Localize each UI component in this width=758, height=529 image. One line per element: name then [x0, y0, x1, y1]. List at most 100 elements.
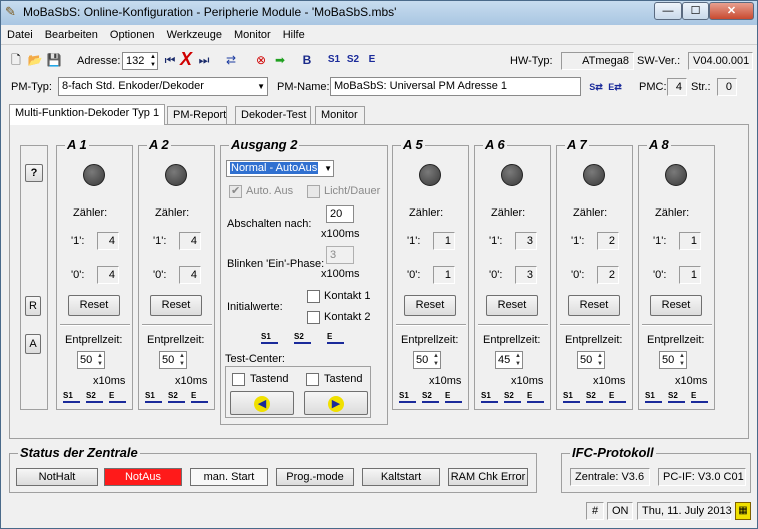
test-left-button[interactable]: ◀ — [230, 391, 294, 415]
e-icon[interactable]: E — [363, 51, 381, 69]
s2-load-icon[interactable]: S2 — [668, 392, 685, 407]
delete-icon[interactable]: X — [177, 50, 195, 68]
reset-button[interactable]: Reset — [486, 295, 538, 316]
reset-button[interactable]: Reset — [150, 295, 202, 316]
count-one-label: '1': — [153, 235, 167, 247]
auto-aus-checkbox[interactable]: ✔ — [229, 185, 242, 198]
store-icon[interactable]: E⇄ — [606, 78, 624, 96]
s1-load-icon[interactable]: S1 — [261, 333, 278, 348]
count-zero-value: 3 — [515, 266, 537, 284]
e-load-icon[interactable]: E — [527, 392, 544, 407]
e-load-icon[interactable]: E — [191, 392, 208, 407]
pmtyp-select[interactable]: 8-fach Std. Enkoder/Dekoder ▼ — [58, 77, 268, 96]
e-load-icon[interactable]: E — [445, 392, 462, 407]
minimize-button[interactable]: — — [654, 2, 682, 20]
ifc-pcif: PC-IF: V3.0 C01 — [658, 468, 746, 486]
maximize-button[interactable]: ☐ — [682, 2, 709, 20]
tab-multi-funktion[interactable]: Multi-Funktion-Dekoder Typ 1 — [9, 104, 165, 125]
s1-load-icon[interactable]: S1 — [481, 392, 498, 407]
kontakt2-checkbox[interactable] — [307, 311, 320, 324]
reset-button[interactable]: Reset — [404, 295, 456, 316]
transfer-icon[interactable]: ⇄ — [222, 51, 240, 69]
tab-pm-report[interactable]: PM-Report — [167, 106, 227, 124]
bus-icon[interactable]: B — [298, 51, 316, 69]
s1-load-icon[interactable]: S1 — [399, 392, 416, 407]
entprell-spinner[interactable]: 50 ▲ ▼ — [77, 351, 105, 369]
e-load-icon[interactable]: E — [609, 392, 626, 407]
ausgang2-mode-select[interactable]: Normal - AutoAus ▼ — [226, 160, 334, 177]
entprell-spinner[interactable]: 50 ▲ ▼ — [159, 351, 187, 369]
menu-hilfe[interactable]: Hilfe — [277, 26, 311, 41]
abschalten-input[interactable]: 20 — [326, 205, 354, 223]
grid-icon[interactable]: ▦ — [735, 502, 751, 520]
divider — [642, 324, 712, 326]
s1-load-icon[interactable]: S1 — [645, 392, 662, 407]
nothalt-button[interactable]: NotHalt — [16, 468, 98, 486]
adresse-spinner[interactable]: 132 ▲ ▼ — [122, 52, 158, 70]
e-load-icon[interactable]: E — [109, 392, 126, 407]
entprell-spinner[interactable]: 50 ▲ ▼ — [659, 351, 687, 369]
s2-load-icon[interactable]: S2 — [504, 392, 521, 407]
menu-bearbeiten[interactable]: Bearbeiten — [39, 26, 104, 41]
s2-load-icon[interactable]: S2 — [586, 392, 603, 407]
tastend1-checkbox[interactable] — [232, 373, 245, 386]
entprell-spinner[interactable]: 50 ▲ ▼ — [577, 351, 605, 369]
pmname-input[interactable]: MoBaSbS: Universal PM Adresse 1 — [330, 77, 581, 96]
s1-load-icon[interactable]: S1 — [63, 392, 80, 407]
load-icon[interactable]: S⇄ — [587, 78, 605, 96]
count-zero-label: '0': — [153, 269, 167, 281]
man-start-button[interactable]: man. Start — [190, 468, 268, 486]
spin-arrows-icon: ▲ ▼ — [515, 353, 521, 367]
test-right-button[interactable]: ▶ — [304, 391, 368, 415]
licht-dauer-checkbox[interactable] — [307, 185, 320, 198]
tab-monitor[interactable]: Monitor — [315, 106, 365, 124]
s1-icon[interactable]: S1 — [325, 51, 343, 69]
s2-load-icon[interactable]: S2 — [86, 392, 103, 407]
close-button[interactable]: ✕ — [709, 2, 754, 20]
save-icon[interactable]: 💾 — [45, 51, 63, 69]
e-load-icon[interactable]: E — [327, 333, 344, 348]
auto-aus-label: Auto. Aus — [246, 185, 294, 197]
count-zero-label: '0': — [653, 269, 667, 281]
reset-button[interactable]: Reset — [568, 295, 620, 316]
new-file-icon[interactable]: 🗋 — [7, 51, 25, 69]
reset-button[interactable]: Reset — [650, 295, 702, 316]
entprell-unit: x10ms — [675, 375, 708, 387]
s2-load-icon[interactable]: S2 — [422, 392, 439, 407]
s2-load-icon[interactable]: S2 — [294, 333, 311, 348]
entprell-unit: x10ms — [429, 375, 462, 387]
menu-werkzeuge[interactable]: Werkzeuge — [161, 26, 228, 41]
menu-monitor[interactable]: Monitor — [228, 26, 277, 41]
entprell-spinner[interactable]: 50 ▲ ▼ — [413, 351, 441, 369]
prog-mode-button[interactable]: Prog.-mode — [276, 468, 354, 486]
reset-button[interactable]: Reset — [68, 295, 120, 316]
e-load-icon[interactable]: E — [691, 392, 708, 407]
stop-icon[interactable]: ⊗ — [252, 51, 270, 69]
channel-group: A 7 Zähler: '1': 2 '0': 2 Reset Entprellzeit: 50… — [556, 137, 633, 410]
go-icon[interactable]: ➡ — [271, 51, 289, 69]
tastend2-checkbox[interactable] — [306, 373, 319, 386]
tab-dekoder-test[interactable]: Dekoder-Test — [235, 106, 311, 124]
s2-load-icon[interactable]: S2 — [168, 392, 185, 407]
help-button[interactable]: ? — [25, 164, 43, 182]
divider — [60, 324, 130, 326]
s1-load-icon[interactable]: S1 — [145, 392, 162, 407]
r-button[interactable]: R — [25, 296, 41, 316]
ram-chk-error-button[interactable]: RAM Chk Error — [448, 468, 528, 486]
blinken-input[interactable]: 3 — [326, 246, 354, 264]
menu-datei[interactable]: Datei — [1, 26, 39, 41]
entprell-spinner[interactable]: 45 ▲ ▼ — [495, 351, 523, 369]
notaus-button[interactable]: NotAus — [104, 468, 182, 486]
kontakt1-checkbox[interactable] — [307, 290, 320, 303]
count-one-value: 1 — [433, 232, 455, 250]
last-icon[interactable]: ⏭ — [195, 51, 213, 69]
pm-bar: PM-Typ: 8-fach Std. Enkoder/Dekoder ▼ PM-… — [1, 75, 757, 101]
menu-optionen[interactable]: Optionen — [104, 26, 161, 41]
chevron-down-icon: ▼ — [257, 82, 265, 91]
open-folder-icon[interactable]: 📂 — [26, 51, 44, 69]
licht-dauer-label: Licht/Dauer — [324, 185, 381, 197]
s2-icon[interactable]: S2 — [344, 51, 362, 69]
a-button[interactable]: A — [25, 334, 41, 354]
kaltstart-button[interactable]: Kaltstart — [362, 468, 440, 486]
s1-load-icon[interactable]: S1 — [563, 392, 580, 407]
